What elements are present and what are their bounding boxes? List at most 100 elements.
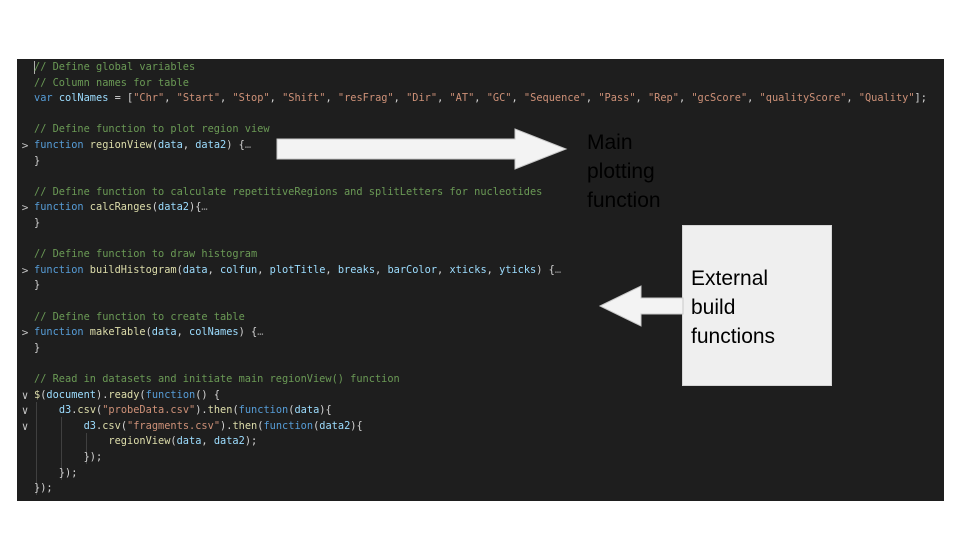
chevron-right-icon[interactable]: > <box>19 138 31 154</box>
code-token: }); <box>34 482 53 495</box>
code-line[interactable]: ∨ $(document).ready(function() { <box>17 388 944 404</box>
code-token: ). <box>195 404 208 417</box>
code-token: // Define function to calculate repetiti… <box>34 185 543 198</box>
code-token: , <box>201 435 214 448</box>
code-line[interactable]: // Define function to calculate repetiti… <box>17 185 944 201</box>
code-token: "resFrag" <box>337 92 394 105</box>
code-token: data <box>294 404 320 417</box>
code-token: ). <box>220 419 233 432</box>
code-token: function <box>145 388 196 401</box>
code-token: d3 <box>83 419 97 432</box>
code-token: , <box>474 92 487 105</box>
code-text: function calcRanges(data2){… <box>34 200 208 216</box>
code-token: ){ <box>350 419 363 432</box>
code-token: yticks <box>499 263 537 276</box>
chevron-right-icon[interactable]: > <box>19 325 31 341</box>
code-token: ) { <box>238 326 258 339</box>
code-text: var colNames = ["Chr", "Start", "Stop", … <box>34 91 927 107</box>
code-token: , <box>220 92 233 105</box>
code-token: "probeData.csv" <box>102 404 196 417</box>
code-token: "Start" <box>176 92 221 105</box>
code-text: } <box>34 278 40 294</box>
code-line[interactable]: var colNames = ["Chr", "Start", "Stop", … <box>17 91 944 107</box>
code-token: function <box>34 326 90 339</box>
code-line[interactable]: }); <box>17 450 944 466</box>
code-token: ){ <box>319 404 332 417</box>
code-token: colNames <box>189 326 239 339</box>
code-token: , <box>325 263 338 276</box>
code-line[interactable]: // Define global variables <box>17 60 944 76</box>
code-line[interactable]: }); <box>17 466 944 482</box>
code-token: // Define function to plot region view <box>34 123 270 136</box>
code-line[interactable]: > function calcRanges(data2){… <box>17 200 944 216</box>
code-token: "Quality" <box>858 92 915 105</box>
code-token: ); <box>244 435 258 448</box>
chevron-down-icon[interactable]: ∨ <box>19 419 31 435</box>
code-line[interactable] <box>17 107 944 123</box>
code-token: ]; <box>914 92 927 105</box>
code-token: function <box>34 263 90 276</box>
code-line[interactable]: ∨ d3.csv("probeData.csv").then(function(… <box>17 403 944 419</box>
code-token: data2 <box>195 139 227 151</box>
code-text: d3.csv("fragments.csv").then(function(da… <box>34 419 363 435</box>
main-plotting-label: Main plotting function <box>587 128 717 215</box>
code-token: , <box>164 92 177 105</box>
code-text: } <box>34 216 40 232</box>
code-token: csv <box>77 404 97 417</box>
label-line: plotting <box>587 160 655 183</box>
code-token: , <box>257 263 270 276</box>
code-line[interactable]: // Column names for table <box>17 76 944 92</box>
code-token: = [ <box>108 92 134 105</box>
left-arrow <box>598 285 684 327</box>
code-text: $(document).ready(function() { <box>34 388 220 404</box>
code-token: … <box>244 139 252 151</box>
code-token: breaks <box>337 263 376 276</box>
code-token: , <box>846 92 859 105</box>
code-token: then <box>232 419 258 432</box>
code-token: , <box>437 92 450 105</box>
code-text: // Define function to plot region view <box>34 122 270 138</box>
label-line: Main <box>587 131 633 154</box>
code-line[interactable]: regionView(data, data2); <box>17 434 944 450</box>
code-token: "Dir" <box>406 92 438 105</box>
external-build-label-box: External build functions <box>682 225 832 386</box>
code-text: }); <box>34 450 103 466</box>
code-token: plotTitle <box>269 263 326 276</box>
code-token: "Sequence" <box>523 92 586 105</box>
code-token: then <box>207 404 233 417</box>
code-token: ready <box>108 388 140 401</box>
external-build-label: External build functions <box>691 264 831 351</box>
code-token: } <box>34 279 41 292</box>
code-text: function regionView(data, data2) {… <box>34 138 251 154</box>
code-text: // Define function to calculate repetiti… <box>34 185 542 201</box>
code-token: "Pass" <box>598 92 636 105</box>
code-line[interactable]: }); <box>17 481 944 497</box>
code-token: "Stop" <box>232 92 270 105</box>
label-line: build <box>691 296 736 319</box>
code-token: data2 <box>319 419 351 432</box>
code-token: , <box>393 92 407 105</box>
label-line: External <box>691 267 769 290</box>
chevron-right-icon[interactable]: > <box>19 200 31 216</box>
code-token: … <box>257 326 264 339</box>
code-line[interactable]: ∨ d3.csv("fragments.csv").then(function(… <box>17 419 944 435</box>
chevron-down-icon[interactable]: ∨ <box>19 388 31 404</box>
code-token: data2 <box>158 201 189 214</box>
code-token: makeTable <box>89 326 146 339</box>
code-token: function <box>34 139 90 151</box>
code-token: function <box>238 404 289 417</box>
code-token: , <box>585 92 599 105</box>
code-token: "qualityScore" <box>759 92 847 105</box>
chevron-right-icon[interactable]: > <box>19 263 31 279</box>
code-token: // Column names for table <box>34 76 189 89</box>
code-token: colfun <box>220 263 258 276</box>
code-token: d3 <box>58 404 72 417</box>
chevron-down-icon[interactable]: ∨ <box>19 403 31 419</box>
code-token: }); <box>34 466 78 479</box>
code-text: d3.csv("probeData.csv").then(function(da… <box>34 403 332 419</box>
code-token: , <box>182 139 196 151</box>
code-text: function buildHistogram(data, colfun, pl… <box>34 263 561 279</box>
code-token: "gcScore" <box>691 92 748 105</box>
